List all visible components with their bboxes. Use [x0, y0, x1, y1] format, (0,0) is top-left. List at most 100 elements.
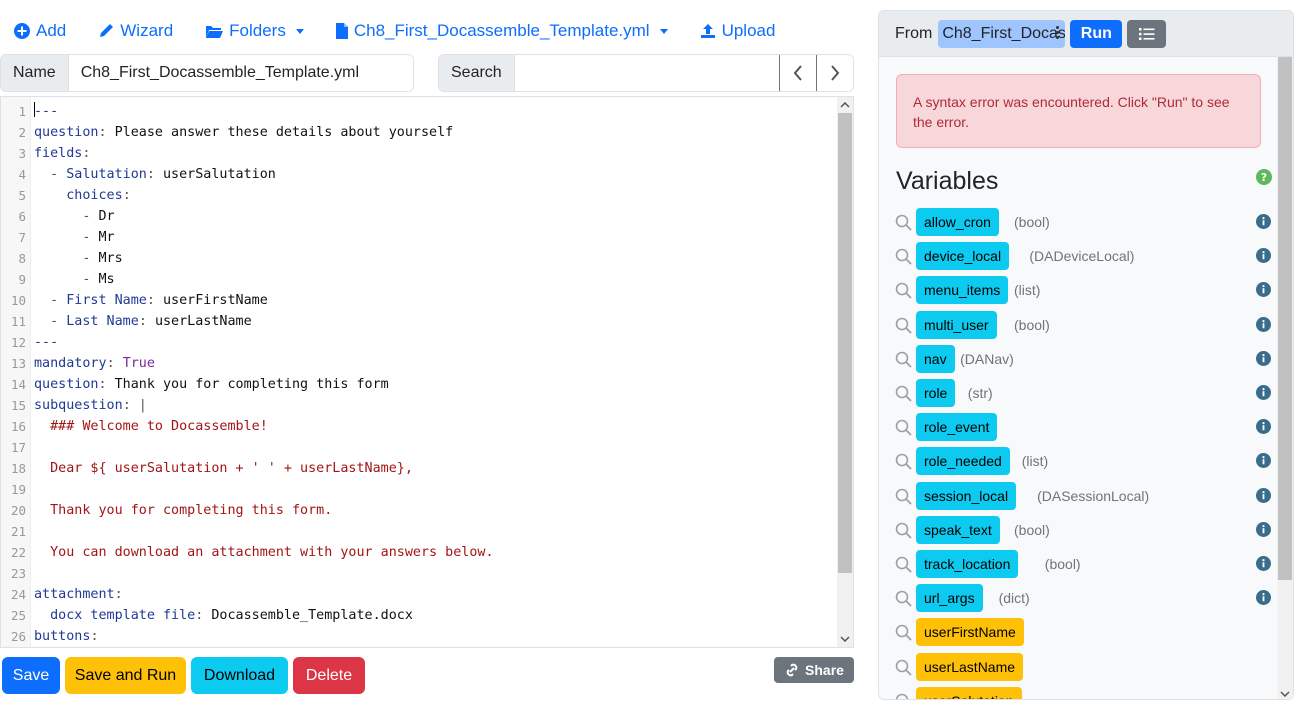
panel-scrollbar[interactable]: [1277, 57, 1293, 699]
variable-tag[interactable]: userSalutation: [916, 686, 1022, 699]
search-icon[interactable]: [895, 453, 912, 471]
folders-dropdown[interactable]: Folders: [205, 21, 304, 41]
search-icon[interactable]: [895, 522, 912, 539]
line-number: 26: [10, 629, 26, 644]
variable-tag[interactable]: url_args: [916, 584, 983, 613]
search-icon[interactable]: [895, 693, 912, 700]
search-input[interactable]: [514, 55, 779, 91]
upload-label: Upload: [721, 21, 776, 40]
code-token: : |: [122, 398, 147, 413]
share-button[interactable]: Share: [774, 657, 854, 683]
variable-tag[interactable]: multi_user: [916, 310, 997, 339]
name-input-group: Name: [0, 54, 414, 92]
list-view-button[interactable]: [1127, 19, 1167, 48]
variable-tag[interactable]: speak_text: [916, 515, 1000, 544]
variable-type: (bool): [1014, 214, 1050, 230]
save-and-run-button[interactable]: Save and Run: [65, 657, 186, 694]
line-number: 24: [10, 587, 26, 602]
search-icon[interactable]: [895, 556, 912, 573]
info-circle-icon[interactable]: [1256, 282, 1271, 298]
info-circle-icon[interactable]: [1256, 521, 1271, 537]
folders-label: Folders: [229, 21, 286, 40]
search-icon[interactable]: [895, 317, 912, 334]
editor-scrollbar[interactable]: [837, 97, 853, 647]
variable-tag[interactable]: role_needed: [916, 447, 1010, 476]
question-circle-icon[interactable]: ?: [1256, 169, 1272, 185]
line-number: 9: [18, 272, 26, 287]
file-dropdown[interactable]: Ch8_First_Docassemble_Template.yml: [335, 21, 668, 41]
info-circle-icon[interactable]: [1256, 590, 1271, 606]
editor-scroll-thumb[interactable]: [838, 113, 852, 573]
save-button[interactable]: Save: [2, 657, 60, 694]
variable-tag[interactable]: role: [916, 379, 956, 407]
search-icon[interactable]: [895, 590, 912, 607]
code-token: ---: [34, 104, 59, 119]
search-icon[interactable]: [895, 214, 912, 231]
code-editor[interactable]: 1 --- 2 question: Please answer these detai…: [0, 96, 854, 648]
info-circle-icon[interactable]: [1256, 316, 1271, 332]
line-number: 20: [10, 503, 26, 518]
wizard-button[interactable]: Wizard: [98, 21, 173, 41]
line-number: 13: [10, 356, 26, 371]
search-icon[interactable]: [895, 624, 912, 642]
variable-tag[interactable]: menu_items: [916, 276, 1009, 305]
code-token: docx template file: [50, 608, 196, 623]
search-icon[interactable]: [895, 488, 912, 505]
name-label: Name: [1, 55, 69, 91]
from-file-select[interactable]: Ch8_First_Docassemble_Template.yml: [938, 19, 1066, 48]
search-icon[interactable]: [895, 282, 912, 300]
share-label: Share: [805, 662, 844, 678]
info-circle-icon[interactable]: [1256, 487, 1271, 503]
info-circle-icon[interactable]: [1256, 419, 1271, 435]
variable-type: (list): [1021, 453, 1049, 470]
info-circle-icon[interactable]: [1256, 556, 1271, 571]
info-circle-icon[interactable]: [1256, 350, 1271, 366]
code-token: :: [146, 293, 163, 308]
variable-tag[interactable]: nav: [916, 344, 955, 373]
delete-button[interactable]: Delete: [293, 657, 365, 694]
upload-icon: [700, 24, 715, 38]
search-icon[interactable]: [895, 385, 912, 402]
info-circle-icon[interactable]: [1256, 248, 1271, 264]
code-text: You can download an attachment with your…: [34, 542, 493, 563]
code-text: question: Please answer these details ab…: [34, 122, 453, 143]
scroll-up-arrow-icon[interactable]: [837, 97, 853, 113]
line-number: 4: [18, 167, 26, 182]
search-next-button[interactable]: [816, 55, 853, 91]
search-icon[interactable]: [895, 419, 912, 436]
info-circle-icon[interactable]: [1256, 453, 1271, 469]
name-input[interactable]: [68, 55, 413, 91]
pencil-icon: [100, 24, 114, 37]
upload-button[interactable]: Upload: [700, 21, 776, 41]
add-button[interactable]: Add: [14, 21, 66, 41]
search-previous-button[interactable]: [779, 55, 816, 91]
variable-tag[interactable]: role_event: [916, 413, 998, 442]
search-icon[interactable]: [895, 248, 912, 265]
search-icon[interactable]: [895, 351, 912, 368]
scroll-down-arrow-icon[interactable]: [837, 631, 853, 647]
variable-tag[interactable]: userFirstName: [916, 618, 1024, 647]
variable-row: track_location (bool): [895, 550, 1271, 578]
chevron-left-icon: [793, 65, 802, 81]
panel-header: From Ch8_First_Docassemble_Template.yml …: [879, 11, 1293, 57]
variable-tag[interactable]: track_location: [916, 550, 1019, 578]
variable-tag[interactable]: device_local: [916, 242, 1010, 271]
run-button[interactable]: Run: [1070, 19, 1123, 48]
scroll-down-arrow-icon[interactable]: [1280, 691, 1290, 697]
line-number: 17: [10, 440, 26, 455]
code-text: - Ms: [34, 269, 114, 290]
variable-tag[interactable]: session_local: [916, 481, 1017, 510]
code-line: 21: [1, 521, 839, 542]
variable-tag[interactable]: userLastName: [916, 652, 1024, 681]
download-button[interactable]: Download: [191, 657, 288, 694]
info-circle-icon[interactable]: [1256, 214, 1271, 229]
panel-scroll-thumb[interactable]: [1278, 57, 1292, 580]
variable-type: (list): [1014, 282, 1041, 299]
variable-tag[interactable]: allow_cron: [916, 208, 999, 236]
variable-row: device_local (DADeviceLocal): [895, 242, 1271, 271]
info-circle-icon[interactable]: [1256, 385, 1271, 400]
code-token: Salutation: [66, 167, 147, 182]
search-icon[interactable]: [895, 659, 912, 676]
code-text: ---: [34, 332, 58, 353]
